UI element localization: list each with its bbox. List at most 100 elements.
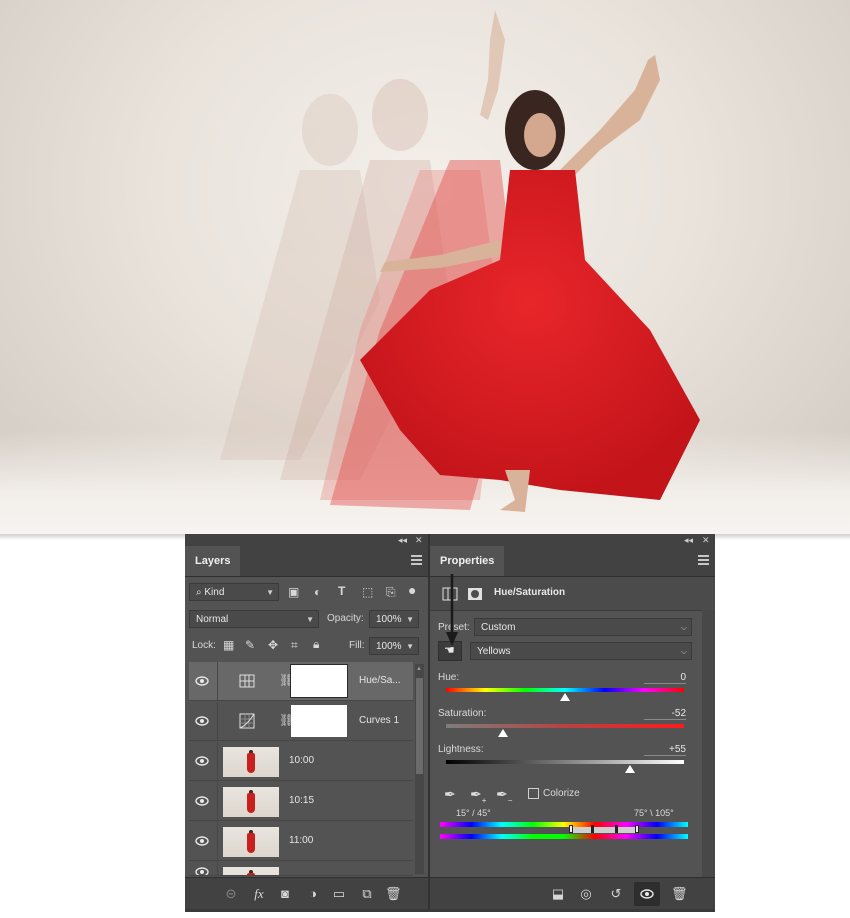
lightness-slider-track[interactable] xyxy=(446,760,684,764)
filter-shape-icon[interactable]: ⬚ xyxy=(362,585,373,599)
add-mask-icon[interactable]: ◙ xyxy=(277,886,293,902)
eye-icon xyxy=(640,889,654,899)
layer-row-photo[interactable]: 10:15 xyxy=(189,782,413,821)
lock-all-icon[interactable]: 🔒︎ xyxy=(313,637,319,652)
hue-label: Hue: xyxy=(438,672,460,683)
saturation-label: Saturation: xyxy=(438,708,487,719)
clip-to-layer-icon[interactable]: ⬓ xyxy=(550,886,566,902)
colorize-checkbox[interactable] xyxy=(528,788,539,799)
colorize-label: Colorize xyxy=(543,788,580,799)
eye-icon[interactable] xyxy=(195,715,209,727)
layer-row-photo[interactable]: 11:00 xyxy=(189,822,413,861)
eye-icon[interactable] xyxy=(195,755,209,767)
eye-icon[interactable] xyxy=(195,675,209,687)
layers-scrollbar[interactable]: ▲ xyxy=(415,664,424,874)
filter-type-icon[interactable]: T xyxy=(338,584,345,598)
color-range-selector[interactable] xyxy=(569,825,639,833)
scroll-up-icon[interactable]: ▲ xyxy=(416,666,422,672)
saturation-value[interactable]: -52 xyxy=(644,708,686,720)
chevron-down-icon: ▼ xyxy=(406,615,414,624)
properties-panel: ◂◂ ✕ Properties Hue/Saturation Preset: C… xyxy=(430,534,715,912)
layer-row-partial[interactable] xyxy=(189,862,413,876)
reset-icon[interactable]: ↺ xyxy=(608,886,624,902)
opacity-value: 100% xyxy=(376,614,402,625)
eyedropper-add-icon[interactable]: ✒︎+ xyxy=(470,786,486,805)
view-previous-icon[interactable]: ◎ xyxy=(578,886,594,902)
close-icon[interactable]: ✕ xyxy=(415,534,423,546)
eyedropper-subtract-icon[interactable]: ✒︎− xyxy=(496,786,512,805)
chevron-down-icon: ▼ xyxy=(306,615,314,624)
opacity-label: Opacity: xyxy=(327,613,364,624)
range-handle[interactable] xyxy=(615,825,618,833)
channel-select[interactable]: Yellows ⌵ xyxy=(470,642,692,660)
blend-mode-select[interactable]: Normal ▼ xyxy=(189,610,319,628)
layer-thumbnail[interactable] xyxy=(223,747,279,777)
range-handle[interactable] xyxy=(569,825,573,833)
range-handle[interactable] xyxy=(591,825,594,833)
hue-value[interactable]: 0 xyxy=(644,672,686,684)
range-right-label: 75° \ 105° xyxy=(634,808,674,818)
saturation-slider-track[interactable] xyxy=(446,724,684,728)
lock-transparency-icon[interactable]: ▦ xyxy=(223,638,234,652)
fill-input[interactable]: 100% ▼ xyxy=(369,637,419,655)
fx-icon[interactable]: fx xyxy=(251,886,267,902)
tab-layers[interactable]: Layers xyxy=(185,546,241,576)
eyedropper-icon[interactable]: ✒︎ xyxy=(444,786,456,803)
preset-select[interactable]: Custom ⌵ xyxy=(474,618,692,636)
chevron-down-icon: ▼ xyxy=(266,588,274,597)
lock-paint-icon[interactable]: ✎ xyxy=(245,638,255,652)
saturation-slider-handle[interactable] xyxy=(498,729,509,737)
arrow-annotation-icon xyxy=(446,574,458,646)
filter-kind-select[interactable]: ⌕ Kind ▼ xyxy=(189,583,279,601)
layer-thumbnail[interactable] xyxy=(223,787,279,817)
photo-canvas xyxy=(0,0,850,534)
tab-properties[interactable]: Properties xyxy=(430,546,505,576)
adjustment-name: Hue/Saturation xyxy=(494,587,566,598)
layer-row-hue-saturation[interactable]: ⛓︎ Hue/Sa... xyxy=(189,662,413,701)
panel-menu-icon[interactable] xyxy=(698,555,709,565)
fill-value: 100% xyxy=(376,641,402,652)
channel-value: Yellows xyxy=(477,646,511,657)
layer-thumbnail[interactable] xyxy=(223,827,279,857)
eye-icon[interactable] xyxy=(195,795,209,807)
chevron-down-icon: ⌵ xyxy=(680,623,687,632)
link-icon[interactable]: ⊝ xyxy=(223,886,239,902)
opacity-input[interactable]: 100% ▼ xyxy=(369,610,419,628)
scrollbar-thumb[interactable] xyxy=(416,678,423,774)
eye-icon[interactable] xyxy=(195,835,209,847)
lightness-slider-handle[interactable] xyxy=(625,765,636,773)
trash-icon[interactable]: 🗑︎ xyxy=(385,886,402,902)
filter-toggle-icon[interactable]: ● xyxy=(408,582,416,598)
collapse-icon[interactable]: ◂◂ xyxy=(398,534,407,546)
layer-row-photo[interactable]: 10:00 xyxy=(189,742,413,781)
visibility-toggle[interactable] xyxy=(634,882,660,906)
new-layer-icon[interactable]: ⧉ xyxy=(359,886,375,902)
new-adjustment-icon[interactable]: ◑ xyxy=(305,886,321,902)
hue-saturation-icon xyxy=(239,674,255,688)
close-icon[interactable]: ✕ xyxy=(702,534,710,546)
panel-menu-icon[interactable] xyxy=(411,555,422,565)
properties-footer: ⬓ ◎ ↺ 🗑︎ xyxy=(430,877,715,912)
lock-position-icon[interactable]: ✥ xyxy=(268,638,278,652)
filter-adjustment-icon[interactable]: ◐ xyxy=(314,585,321,599)
lightness-value[interactable]: +55 xyxy=(644,744,686,756)
mask-icon[interactable] xyxy=(467,586,483,602)
filter-kind-value: Kind xyxy=(204,587,225,598)
layer-mask-thumbnail[interactable] xyxy=(291,705,347,737)
properties-scrollbar[interactable] xyxy=(702,610,715,878)
folder-icon[interactable]: ▭ xyxy=(331,886,347,902)
filter-pixel-icon[interactable]: ▣ xyxy=(288,585,299,599)
trash-icon[interactable]: 🗑︎ xyxy=(671,886,688,902)
hue-slider-handle[interactable] xyxy=(560,693,570,701)
layer-thumbnail[interactable] xyxy=(223,867,279,875)
lightness-label: Lightness: xyxy=(438,744,484,755)
collapse-icon[interactable]: ◂◂ xyxy=(684,534,693,546)
layer-mask-thumbnail[interactable] xyxy=(290,664,348,698)
eye-icon[interactable] xyxy=(195,866,209,876)
filter-smart-object-icon[interactable]: ⎘ xyxy=(386,585,396,600)
range-handle[interactable] xyxy=(635,825,639,833)
hue-slider-track[interactable] xyxy=(446,688,684,692)
layer-row-curves[interactable]: ⛓︎ Curves 1 xyxy=(189,702,413,741)
lock-artboard-icon[interactable]: ⌗ xyxy=(291,638,298,653)
panel-titlebar: ◂◂ ✕ xyxy=(430,534,715,546)
